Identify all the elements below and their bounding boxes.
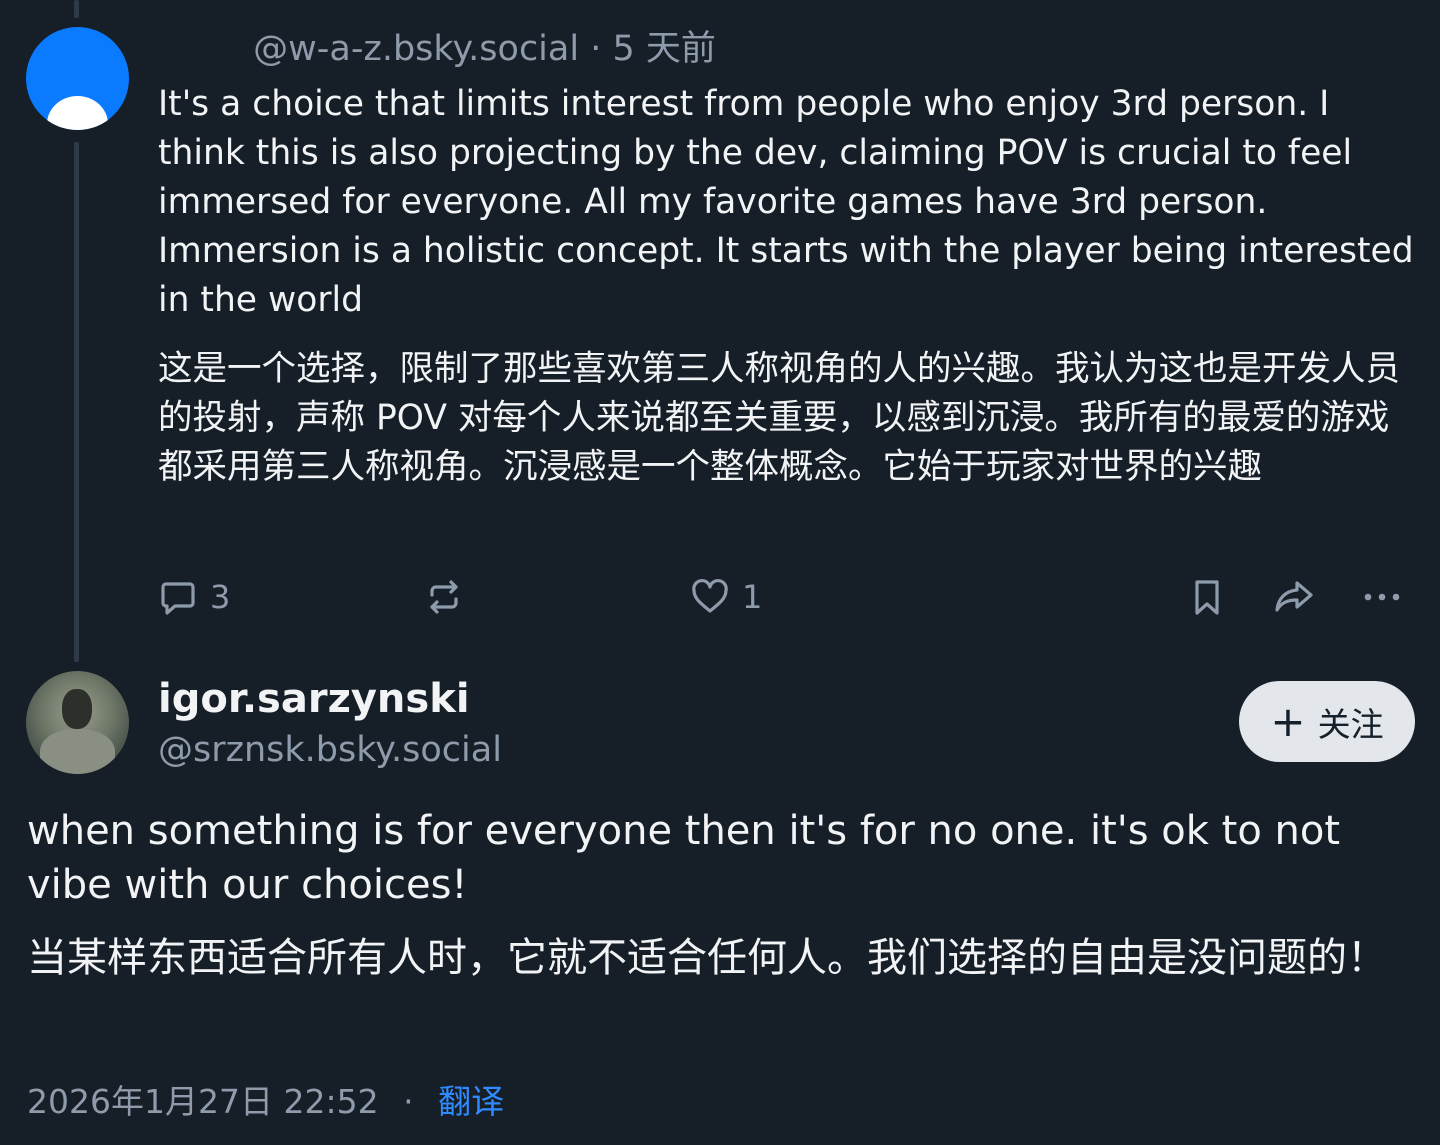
parent-post-translation: 这是一个选择，限制了那些喜欢第三人称视角的人的兴趣。我认为这也是开发人员的投射，… — [158, 349, 1400, 487]
bookmark-icon — [1187, 577, 1227, 617]
share-button[interactable] — [1272, 572, 1316, 622]
more-options-button[interactable] — [1362, 572, 1402, 622]
repost-button[interactable] — [424, 572, 464, 622]
post-timestamp: 2026年1月27日 22:52 — [27, 1082, 379, 1121]
post-text: when something is for everyone then it's… — [27, 808, 1341, 908]
more-dots-icon — [1362, 577, 1402, 617]
avatar-face-shape — [62, 689, 92, 729]
thread-line-top — [74, 0, 79, 18]
avatar[interactable] — [26, 671, 129, 774]
reply-button[interactable]: 3 — [158, 572, 230, 622]
like-button[interactable]: 1 — [690, 572, 762, 622]
plus-icon: + — [1270, 696, 1306, 746]
reply-count: 3 — [210, 578, 231, 616]
translate-link[interactable]: 翻译 — [438, 1082, 504, 1121]
avatar-shoulders-shape — [40, 729, 115, 774]
reply-bubble-icon — [158, 577, 198, 617]
parent-post-actions: 3 1 — [158, 572, 1414, 622]
bookmark-button[interactable] — [1187, 572, 1227, 622]
post-thread-view: @w-a-z.bsky.social · 5 天前 It's a choice … — [0, 0, 1440, 1145]
avatar-head-shape — [64, 49, 91, 76]
meta-separator: · — [590, 29, 602, 69]
follow-button[interactable]: + 关注 — [1239, 681, 1415, 762]
avatar-default[interactable] — [26, 27, 129, 130]
post-translation: 当某样东西适合所有人时，它就不适合任何人。我们选择的自由是没问题的！ — [27, 935, 1387, 981]
post-footer: 2026年1月27日 22:52 · 翻译 — [27, 1079, 504, 1125]
footer-separator: · — [403, 1082, 414, 1121]
follow-label: 关注 — [1317, 704, 1384, 744]
heart-icon — [690, 577, 730, 617]
author-handle[interactable]: @srznsk.bsky.social — [158, 726, 502, 774]
author-display-name[interactable]: igor.sarzynski — [158, 674, 470, 724]
like-count: 1 — [742, 578, 763, 616]
share-icon — [1272, 577, 1316, 617]
parent-post-meta: @w-a-z.bsky.social · 5 天前 — [158, 24, 716, 74]
parent-handle[interactable]: @w-a-z.bsky.social — [253, 29, 579, 69]
parent-time-ago[interactable]: 5 天前 — [613, 29, 716, 69]
avatar-body-shape — [47, 96, 108, 130]
repost-icon — [424, 577, 464, 617]
parent-post-text: It's a choice that limits interest from … — [158, 84, 1414, 320]
thread-line — [74, 142, 79, 662]
